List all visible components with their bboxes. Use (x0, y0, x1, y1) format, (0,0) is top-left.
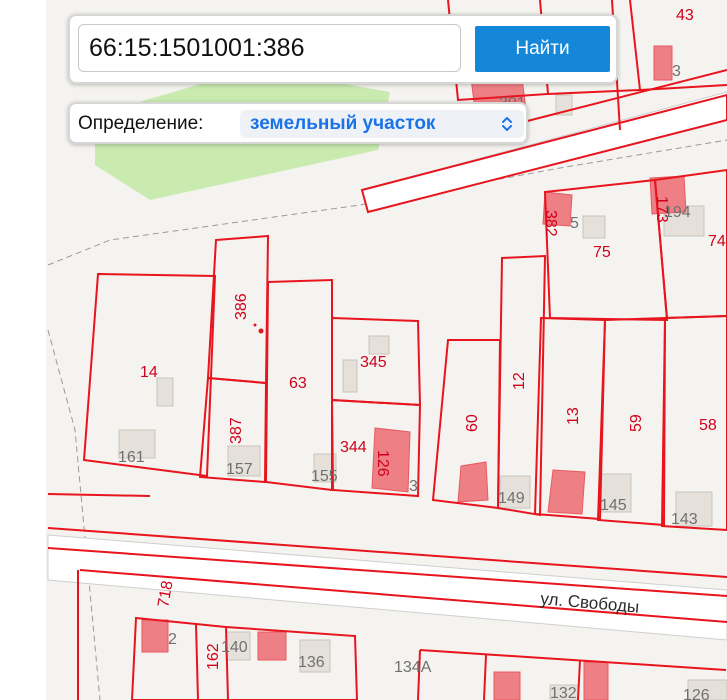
plot-label: 162 (205, 643, 222, 670)
house-label: 161 (118, 449, 145, 466)
plot-label: 14 (140, 364, 158, 381)
plot-label: 13 (565, 407, 582, 425)
plot-centroid-marker (258, 328, 264, 334)
plot-label: 74 (708, 233, 726, 250)
cadastral-number-input[interactable] (78, 24, 461, 72)
house-label: 149 (498, 490, 525, 507)
house-label: 194 (664, 204, 691, 221)
cadastral-map[interactable]: 14 386 63 345 387 344 126 60 12 13 59 58… (0, 0, 727, 700)
house-label: 136 (298, 654, 325, 671)
plot-label: 344 (340, 439, 367, 456)
definition-panel: Определение: земельный участок (68, 102, 528, 144)
chevron-up-down-icon (502, 117, 512, 131)
plot-label: 58 (699, 417, 717, 434)
plot-label: 387 (228, 417, 245, 444)
plot-label: 126 (374, 450, 391, 477)
house-label: 145 (600, 497, 627, 514)
house-label: 3 (672, 63, 681, 80)
plot-label: 63 (289, 375, 307, 392)
plot-label: 382 (542, 210, 559, 237)
object-type-value: земельный участок (250, 113, 436, 134)
search-panel: Найти (68, 14, 618, 84)
plot-label: 75 (593, 244, 611, 261)
definition-label: Определение: (78, 113, 204, 134)
house-label: 3 (409, 478, 418, 495)
plot-label: 12 (511, 372, 528, 390)
house-label: 5 (570, 215, 579, 232)
house-label: 126 (683, 687, 710, 700)
object-type-select[interactable]: земельный участок (240, 110, 524, 138)
house-label: 140 (221, 639, 248, 656)
house-label: 155 (311, 468, 338, 485)
plot-label: 59 (628, 414, 645, 432)
plot-centroid-marker-2 (253, 323, 257, 327)
house-label: 2 (168, 631, 177, 648)
plot-label: 718 (155, 579, 176, 608)
house-label: 143 (671, 511, 698, 528)
plot-label: 43 (676, 7, 694, 24)
house-label: 157 (226, 461, 253, 478)
find-button[interactable]: Найти (475, 26, 610, 72)
plot-label: 386 (233, 293, 250, 320)
house-label: 134А (394, 659, 432, 676)
plot-label: 345 (360, 354, 387, 371)
quarter-boundary-left (47, 329, 101, 700)
plot-label: 60 (464, 414, 481, 432)
house-label: 132 (550, 685, 577, 700)
